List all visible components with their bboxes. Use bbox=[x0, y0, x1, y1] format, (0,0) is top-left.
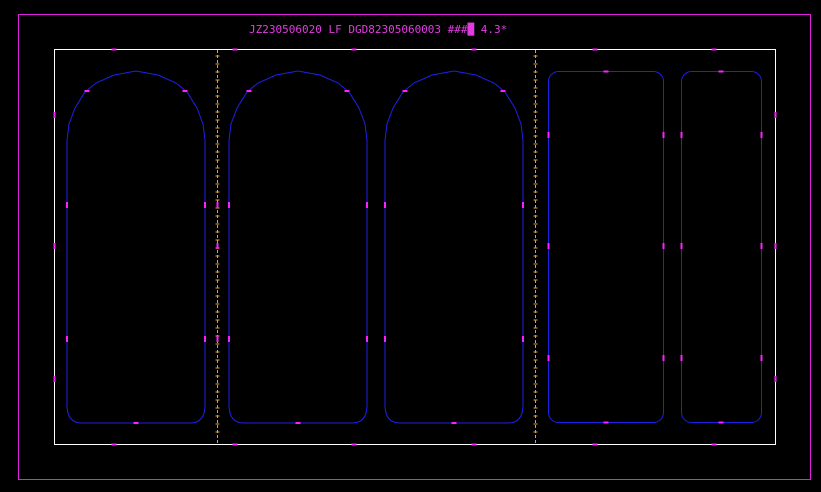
header-label: JZ230506020 LF DGD82305060003 ###█ 4.3* bbox=[249, 22, 507, 36]
cad-layout-canvas: JZ230506020 LF DGD82305060003 ###█ 4.3* bbox=[0, 0, 821, 492]
